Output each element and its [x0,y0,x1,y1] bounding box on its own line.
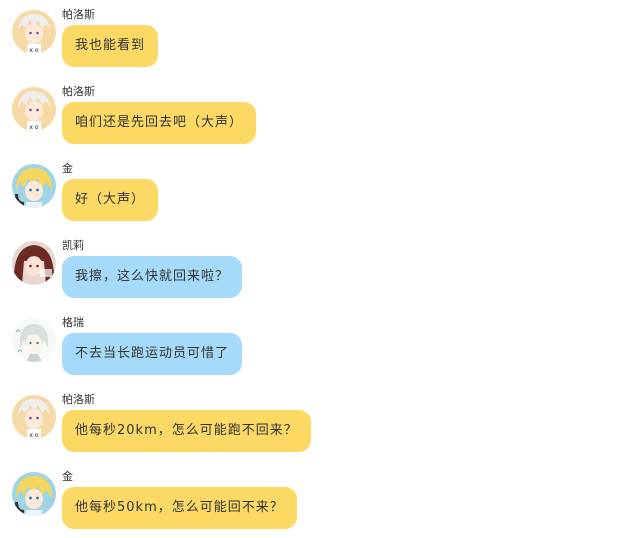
message-item: x o 帕洛斯 我也能看到 [0,0,640,70]
message-item: 金 好（大声） [0,154,640,224]
message-bubble[interactable]: 我擦，这么快就回来啦？ [62,256,243,298]
message-item: 格瑞 不去当长跑运动员可惜了 [0,308,640,378]
sender-name: 凯莉 [62,239,84,252]
message-item: x o 帕洛斯 他每秒20km，怎么可能跑不回来？ [0,385,640,455]
message-item: x o 帕洛斯 咱们还是先回去吧（大声） [0,77,640,147]
svg-text:x o: x o [29,124,38,131]
kaili-avatar[interactable] [12,241,56,285]
sender-name: 帕洛斯 [62,85,95,98]
jin-avatar[interactable] [12,472,56,516]
message-bubble[interactable]: 他每秒50km，怎么可能回不来？ [62,487,297,529]
gerui-avatar[interactable] [12,318,56,362]
sender-name: 帕洛斯 [62,8,95,21]
sender-name: 金 [62,162,73,175]
sender-name: 帕洛斯 [62,393,95,406]
message-bubble[interactable]: 咱们还是先回去吧（大声） [62,102,257,144]
chat-log: x o 帕洛斯 我也能看到 x o 帕洛斯 咱们还是先回去吧（大声） 金 好（大… [0,0,640,538]
message-bubble[interactable]: 好（大声） [62,179,159,221]
sender-name: 格瑞 [62,316,84,329]
palos-avatar[interactable]: x o [12,395,56,439]
sender-name: 金 [62,470,73,483]
message-bubble[interactable]: 不去当长跑运动员可惜了 [62,333,243,375]
jin-avatar[interactable] [12,164,56,208]
palos-avatar[interactable]: x o [12,87,56,131]
svg-text:x o: x o [29,432,38,439]
svg-text:x o: x o [29,47,38,54]
message-bubble[interactable]: 我也能看到 [62,25,159,67]
message-item: 凯莉 我擦，这么快就回来啦？ [0,231,640,301]
palos-avatar[interactable]: x o [12,10,56,54]
message-bubble[interactable]: 他每秒20km，怎么可能跑不回来？ [62,410,311,452]
message-item: 金 他每秒50km，怎么可能回不来？ [0,462,640,532]
